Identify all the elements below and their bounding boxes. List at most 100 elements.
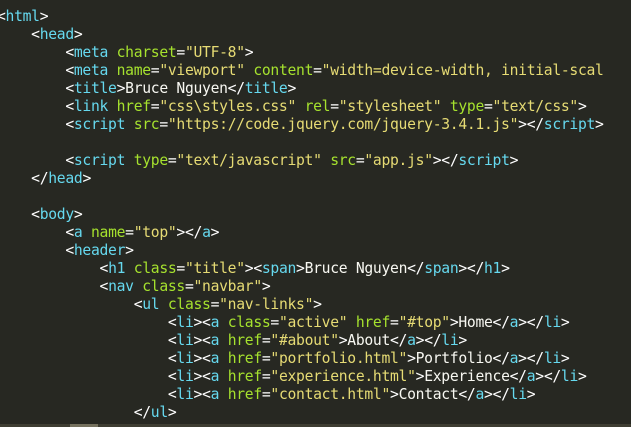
code-token: href [227,332,262,349]
code-token: type [449,98,484,115]
code-line: <head> [0,26,604,44]
code-token: "app.js" [364,152,433,169]
code-token: < [65,44,74,61]
code-token: </ [458,386,476,403]
code-token: < [65,152,74,169]
code-token: = [483,98,493,115]
code-line: <script src="https://code.jquery.com/jqu… [0,116,604,134]
code-token: Bruce Nguyen [125,80,228,97]
code-token: content [253,62,314,79]
code-token: < [31,206,40,223]
code-token: </ [466,260,485,277]
code-line: <li><a href="experience.html">Experience… [0,368,604,386]
code-token: script [73,116,126,133]
code-line: <li><a href="portfolio.html">Portfolio</… [0,350,604,368]
code-token: < [65,116,74,133]
code-area[interactable]: <html> <head> <meta charset="UTF-8"> <me… [0,8,604,422]
code-token: charset [116,44,177,61]
code-token: </ [407,260,425,277]
code-token: < [99,260,109,277]
code-token: "title" [184,260,245,277]
code-token: > [125,242,134,259]
code-line: <script type="text/javascript" src="app.… [0,152,604,170]
code-token: > [432,152,442,169]
code-token: link [73,98,109,115]
code-token: Bruce Nguyen [304,260,408,277]
code-token: > [518,350,527,367]
code-token: name [90,224,126,241]
code-line: <header> [0,242,604,260]
code-token: "width=device-width, initial-scal [321,62,604,79]
code-token: </ [390,332,408,349]
code-token: > [560,350,570,367]
code-token: </ [543,368,561,385]
code-token: > [578,368,587,385]
code-token: = [270,314,279,331]
code-token: class [167,296,211,313]
code-token: > [39,8,49,25]
code-token: script [543,116,596,133]
code-token: rel [304,98,331,115]
code-token: span [261,260,297,277]
code-token: meta [73,44,109,61]
code-token: a [202,224,211,241]
code-editor[interactable]: <html> <head> <meta charset="UTF-8"> <me… [0,0,631,427]
code-token: nav [108,278,134,295]
code-token: > [296,260,305,277]
code-token: </ [31,170,49,187]
code-token: href [227,350,262,367]
code-token: > [73,206,83,223]
code-token: > [193,368,203,385]
code-token: > [501,260,510,277]
code-token: span [424,260,459,277]
code-token: Contact [398,386,459,403]
code-token: < [253,260,262,277]
code-token: src [133,116,160,133]
code-token: < [99,278,109,295]
code-token: ul [150,404,168,421]
code-token: > [518,314,527,331]
code-token: li [509,386,527,403]
code-token: class [142,278,185,295]
code-token: </ [227,80,245,97]
code-token: a [210,350,220,367]
code-token: li [176,350,194,367]
code-token: = [390,314,399,331]
code-token: > [458,332,467,349]
code-token: a [475,386,485,403]
code-token: h1 [484,260,502,277]
code-token: "UTF-8" [184,44,245,61]
code-token: < [202,314,211,331]
code-token: About [347,332,391,349]
code-token: = [125,224,134,241]
code-token: < [65,242,74,259]
code-token: > [261,278,271,295]
code-token: "https://code.jquery.com/jquery-3.4.1.js… [167,116,519,133]
code-token: head [48,170,83,187]
code-token: > [415,368,425,385]
code-line: <li><a href="#about">About</a></li> [0,332,604,350]
code-token: href [116,98,151,115]
code-token: title [73,80,117,97]
code-token: </ [492,386,510,403]
code-token: < [133,296,143,313]
code-token: header [73,242,126,259]
